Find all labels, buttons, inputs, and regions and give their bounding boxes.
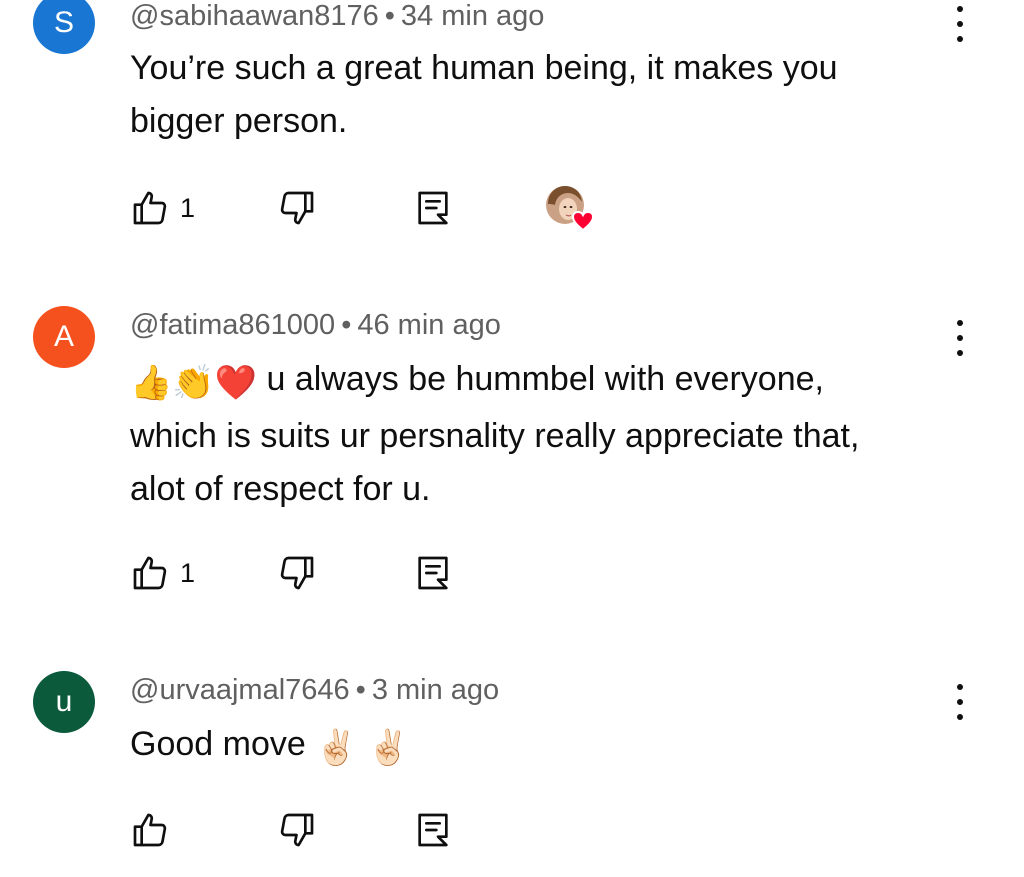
comment-text: You’re such a great human being, it make… [130,42,950,148]
comment-text-line: alot of respect for u. [130,470,431,508]
comment-text-content: Good move [130,725,306,763]
avatar-letter: A [53,320,74,353]
avatar-letter: S [53,6,74,39]
comment-actions: 1 [0,553,1024,597]
avatar[interactable]: A [33,306,95,368]
comment-text-line: 👍👏❤️ u always be hummbel with everyone, [130,353,950,410]
comment-text-content: u always be hummbel with everyone, [266,360,824,398]
dislike-button[interactable] [277,810,317,850]
reply-comment-icon [418,191,448,225]
thumbs-up-icon [133,556,167,590]
comment-meta: @sabihaawan8176 • 34 min ago [130,2,544,31]
like-count: 1 [180,192,196,223]
comment-actions [0,810,1024,854]
comment-meta: @fatima861000 • 46 min ago [130,311,501,340]
comment-author-handle[interactable]: @fatima861000 [130,309,335,341]
reply-button[interactable] [413,810,453,850]
comment-text-line: which is suits ur persnality really appr… [130,417,860,455]
avatar-letter: u [55,685,73,718]
comment-timestamp[interactable]: 3 min ago [372,674,499,706]
comment-author-handle[interactable]: @urvaajmal7646 [130,674,350,706]
more-vert-icon[interactable] [946,318,974,358]
thumbs-down-icon [280,556,314,590]
comment-text-line: You’re such a great human being, it make… [130,49,838,87]
like-button[interactable] [130,810,180,850]
creator-heart[interactable] [543,184,599,234]
avatar[interactable]: u [33,671,95,733]
reply-button[interactable] [413,553,453,593]
meta-separator: • [384,0,395,32]
comment-author-handle[interactable]: @sabihaawan8176 [130,0,379,32]
reply-comment-icon [418,556,448,590]
avatar[interactable]: S [33,0,95,54]
creator-heart-icon [546,186,595,232]
comment-meta: @urvaajmal7646 • 3 min ago [130,676,499,705]
dislike-button[interactable] [277,553,317,593]
thumbs-down-icon [280,813,314,847]
thumbs-up-icon [133,191,167,225]
comment-emojis: ✌🏻 ✌🏻 [315,729,410,767]
thumbs-down-icon [280,191,314,225]
more-vert-icon[interactable] [946,682,974,722]
meta-separator: • [341,309,352,341]
like-button[interactable]: 1 [130,553,195,593]
comment-emojis: 👍👏❤️ [130,364,258,402]
reply-comment-icon [418,813,448,847]
comment-text: Good move ✌🏻 ✌🏻 [130,718,950,775]
like-count: 1 [180,557,196,588]
meta-separator: • [355,674,366,706]
thumbs-up-icon [133,813,167,847]
like-button[interactable]: 1 [130,188,195,228]
reply-button[interactable] [413,188,453,228]
comment-text-line: bigger person. [130,102,348,140]
comment-timestamp[interactable]: 34 min ago [401,0,545,32]
comment-actions: 1 [0,186,1024,232]
more-vert-icon[interactable] [946,4,974,44]
dislike-button[interactable] [277,188,317,228]
comment-text-line: Good move ✌🏻 ✌🏻 [130,718,950,775]
comment-text: 👍👏❤️ u always be hummbel with everyone, … [130,353,950,516]
comment-timestamp[interactable]: 46 min ago [357,309,501,341]
